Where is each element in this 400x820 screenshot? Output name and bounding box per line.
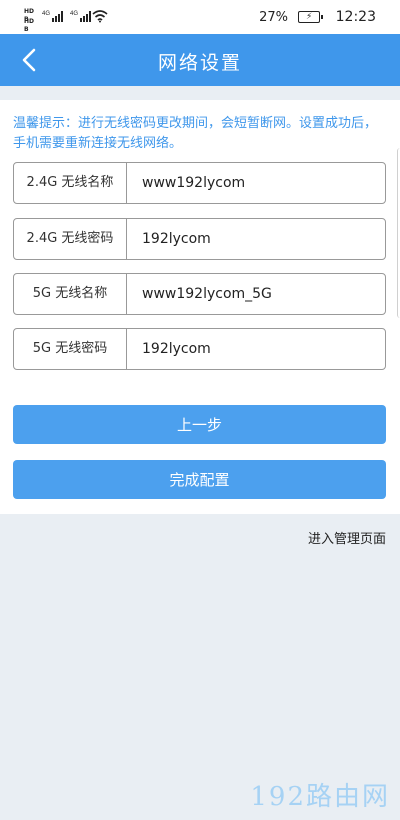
wifi-5g-name-input[interactable] bbox=[128, 274, 385, 314]
field-label: 2.4G 无线密码 bbox=[14, 219, 127, 259]
wifi-5g-name-field: 5G 无线名称 bbox=[13, 273, 386, 315]
wifi-24g-name-field: 2.4G 无线名称 bbox=[13, 162, 386, 204]
wifi-5g-password-field: 5G 无线密码 bbox=[13, 328, 386, 370]
previous-step-button[interactable]: 上一步 bbox=[13, 405, 386, 444]
wifi-icon bbox=[92, 10, 108, 23]
wifi-5g-password-input[interactable] bbox=[128, 329, 385, 369]
enter-admin-page-link[interactable]: 进入管理页面 bbox=[308, 528, 386, 547]
clock: 12:23 bbox=[335, 9, 376, 25]
finish-setup-button[interactable]: 完成配置 bbox=[13, 460, 386, 499]
hd-indicator: HD B bbox=[24, 18, 35, 33]
field-label: 2.4G 无线名称 bbox=[14, 163, 127, 203]
page-title: 网络设置 bbox=[157, 52, 242, 74]
wifi-24g-password-field: 2.4G 无线密码 bbox=[13, 218, 386, 260]
field-label: 5G 无线密码 bbox=[14, 329, 127, 369]
settings-form: 温馨提示：进行无线密码更改期间，会短暂断网。设置成功后，手机需要重新连接无线网络… bbox=[0, 100, 400, 514]
signal-icon: 4G bbox=[42, 11, 63, 22]
battery-percent: 27% bbox=[259, 10, 288, 25]
field-label: 5G 无线名称 bbox=[14, 274, 127, 314]
wifi-24g-name-input[interactable] bbox=[128, 163, 385, 203]
network-type-label: 4G bbox=[42, 11, 50, 17]
watermark: 192路由网 bbox=[250, 782, 390, 812]
battery-icon: ⚡ bbox=[298, 11, 323, 23]
screen: HD B HD B 4G 4G 27% ⚡ 12:23 网络设置 温馨提示：进行… bbox=[0, 0, 400, 820]
charging-icon: ⚡ bbox=[306, 12, 313, 22]
wifi-24g-password-input[interactable] bbox=[128, 219, 385, 259]
app-header: 网络设置 bbox=[0, 34, 400, 86]
warning-tip: 温馨提示：进行无线密码更改期间，会短暂断网。设置成功后，手机需要重新连接无线网络… bbox=[13, 116, 378, 151]
network-type-label: 4G bbox=[70, 11, 78, 17]
status-bar: HD B HD B 4G 4G 27% ⚡ 12:23 bbox=[0, 0, 400, 34]
